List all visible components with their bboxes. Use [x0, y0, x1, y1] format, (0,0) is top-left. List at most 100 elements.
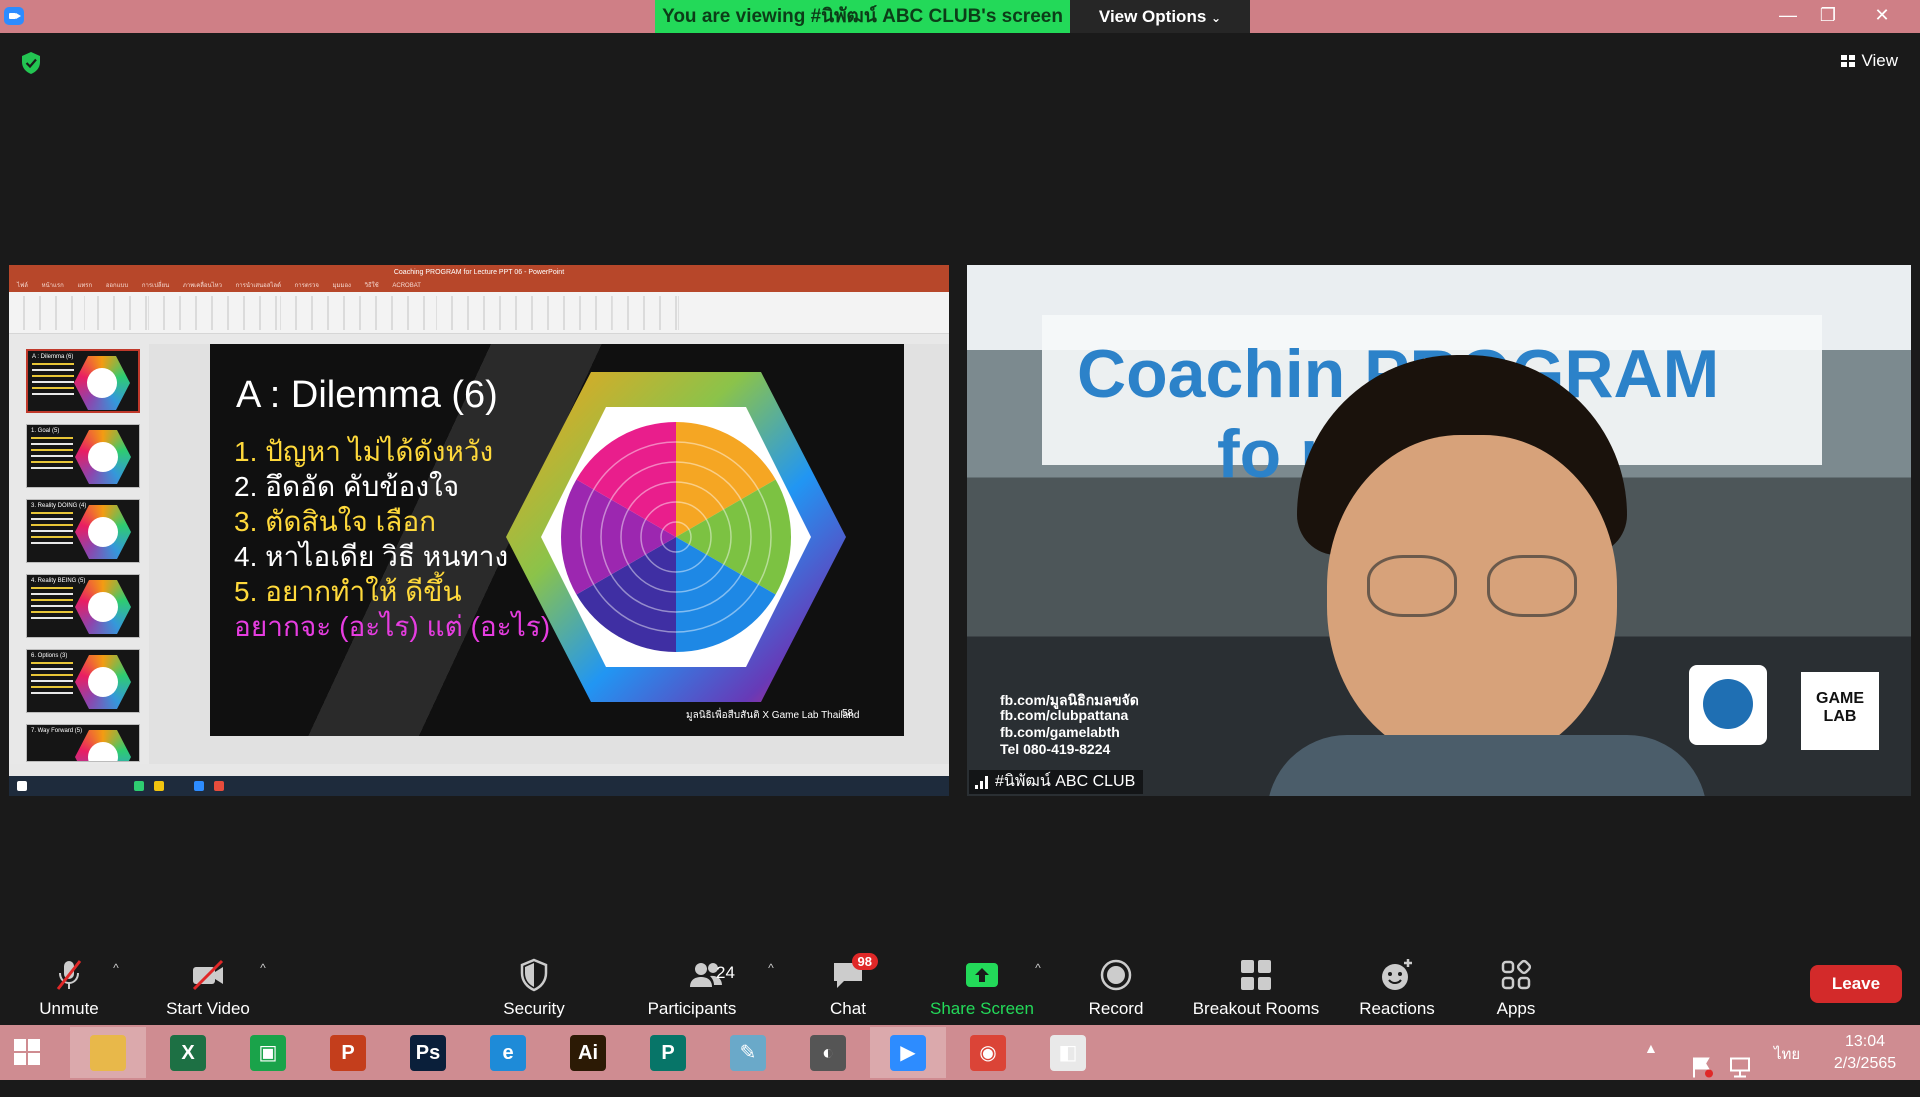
remote-app-icon [134, 781, 144, 791]
ribbon-tab[interactable]: การเปลี่ยน [142, 283, 169, 289]
contact-line: fb.com/clubpattana [1000, 707, 1129, 723]
chat-unread-badge: 98 [851, 953, 878, 970]
minimize-button[interactable]: — [1766, 0, 1810, 33]
apps-label: Apps [1496, 999, 1536, 1018]
ribbon-group[interactable] [89, 296, 149, 330]
taskbar-illustrator-button[interactable]: Ai [550, 1027, 626, 1078]
chat-button[interactable]: 98 Chat [808, 953, 888, 1025]
ribbon-tab[interactable]: ออกแบบ [106, 283, 128, 289]
contact-line: fb.com/gamelabth [1000, 724, 1120, 740]
ribbon-tab[interactable]: หน้าแรก [42, 283, 64, 289]
taskbar-chrome-button[interactable]: ◉ [950, 1027, 1026, 1078]
ribbon-tab[interactable]: แทรก [77, 283, 92, 289]
taskbar-publisher-button[interactable]: P [630, 1027, 706, 1078]
apps-button[interactable]: Apps [1476, 953, 1556, 1025]
ribbon-tab[interactable]: การนำเสนอสไลด์ [236, 283, 281, 289]
powerpoint-title-bar: Coaching PROGRAM for Lecture PPT 06 - Po… [9, 265, 949, 280]
flag-icon[interactable] [1690, 1040, 1714, 1095]
taskbar-powerpoint-button[interactable]: P [310, 1027, 386, 1078]
windows-start-icon[interactable] [14, 1039, 40, 1065]
ribbon-group[interactable] [443, 296, 613, 330]
slide-thumbnail[interactable]: 1. Goal (5) [26, 424, 140, 488]
taskbar-notepad-button[interactable]: ✎ [710, 1027, 786, 1078]
unmute-label: Unmute [39, 999, 99, 1018]
audio-options-caret[interactable]: ^ [108, 961, 124, 977]
thumbnail-text-lines [32, 363, 74, 397]
taskbar-photoshop-button[interactable]: Ps [390, 1027, 466, 1078]
video-options-caret[interactable]: ^ [255, 961, 271, 977]
shield-icon[interactable] [20, 51, 42, 75]
security-button[interactable]: Security [494, 953, 574, 1025]
participant-video[interactable]: Coachin PROGRAM fo rer fb.com/มูลนิธิกมล… [967, 265, 1911, 796]
ribbon-group[interactable] [155, 296, 281, 330]
network-icon[interactable] [1728, 1040, 1752, 1095]
participants-label: Participants [647, 999, 737, 1018]
signal-strength-icon [975, 776, 989, 789]
taskbar-photos-button[interactable]: ◧ [1030, 1027, 1106, 1078]
record-icon [1100, 959, 1132, 991]
ribbon-tab[interactable]: วิธีใช้ [365, 283, 379, 289]
ribbon-tab[interactable]: มุมมอง [333, 283, 351, 289]
slide-thumbnail[interactable]: 6. Options (3) [26, 649, 140, 713]
close-button[interactable]: ✕ [1860, 0, 1904, 33]
reactions-button[interactable]: Reactions [1352, 953, 1442, 1025]
start-video-button[interactable]: Start Video [158, 953, 258, 1025]
ribbon-tab[interactable]: การตรวจ [295, 283, 319, 289]
shared-screen[interactable]: Coaching PROGRAM for Lecture PPT 06 - Po… [9, 265, 949, 796]
leave-button[interactable]: Leave [1810, 965, 1902, 1003]
input-language[interactable]: ไทย [1774, 1042, 1800, 1097]
participant-name: #นิพัฒน์ ABC CLUB [995, 773, 1136, 790]
chevron-down-icon: ⌄ [1211, 11, 1222, 25]
powerpoint-ribbon [9, 292, 949, 334]
share-screen-button[interactable]: Share Screen [924, 953, 1040, 1025]
view-options-button[interactable]: View Options ⌄ [1070, 0, 1250, 33]
internet-explorer-icon: e [490, 1035, 526, 1071]
ruler [9, 334, 949, 344]
slide-line: อยากจะ (อะไร) แต่ (อะไร) [234, 611, 551, 642]
restore-button[interactable]: ❐ [1806, 0, 1850, 33]
taskbar-internet-explorer-button[interactable]: e [470, 1027, 546, 1078]
share-options-caret[interactable]: ^ [1030, 961, 1046, 977]
file-explorer-icon [90, 1035, 126, 1071]
participants-options-caret[interactable]: ^ [763, 961, 779, 977]
thumbnail-wheel [75, 580, 131, 634]
slide-thumbnail[interactable]: 4. Reality BEING (5) [26, 574, 140, 638]
security-label: Security [503, 999, 565, 1018]
thumbnail-title: 4. Reality BEING (5) [31, 578, 86, 584]
system-clock[interactable]: 13:04 2/3/2565 [1820, 1031, 1910, 1075]
unmute-button[interactable]: Unmute [24, 953, 114, 1025]
security-shield-icon [520, 958, 548, 992]
ribbon-tab[interactable]: ภาพเคลื่อนไหว [183, 283, 222, 289]
taskbar-excel-button[interactable]: X [150, 1027, 226, 1078]
powerpoint-status-bar [9, 764, 949, 776]
ribbon-group[interactable] [619, 296, 679, 330]
thumbnail-wheel [75, 430, 131, 484]
current-slide[interactable]: A : Dilemma (6) 1. ปัญหา ไม่ได้ดังหวัง 2… [210, 344, 904, 736]
record-button[interactable]: Record [1078, 953, 1154, 1025]
coaching-wheel-diagram [506, 372, 846, 702]
ribbon-tab[interactable]: ACROBAT [392, 283, 421, 289]
ribbon-group[interactable] [287, 296, 437, 330]
taskbar-file-explorer-button[interactable] [70, 1027, 146, 1078]
breakout-rooms-button[interactable]: Breakout Rooms [1186, 953, 1326, 1025]
ribbon-group[interactable] [15, 296, 85, 330]
thumbnail-text-lines [31, 512, 73, 546]
microphone-muted-icon [56, 960, 82, 990]
taskbar-photoscape-button[interactable]: ◐ [790, 1027, 866, 1078]
slide-thumbnail[interactable]: A : Dilemma (6) [26, 349, 140, 413]
ribbon-tab[interactable]: ไฟล์ [17, 283, 28, 289]
view-button[interactable]: View [1824, 45, 1898, 77]
taskbar-store-button[interactable]: ▣ [230, 1027, 306, 1078]
show-hidden-icons[interactable]: ▲ [1644, 1040, 1658, 1095]
thumbnail-title: 3. Reality DOING (4) [31, 503, 87, 509]
slide-thumbnail[interactable]: 3. Reality DOING (4) [26, 499, 140, 563]
slide-thumbnail[interactable]: 7. Way Forward (5) [26, 724, 140, 762]
powerpoint-ribbon-tabs: ไฟล์ หน้าแรก แทรก ออกแบบ การเปลี่ยน ภาพเ… [9, 280, 949, 292]
remote-taskbar [9, 776, 949, 796]
participants-button[interactable]: 24 Participants [640, 953, 744, 1025]
thumbnail-wheel [75, 505, 131, 559]
thumbnail-text-lines [31, 437, 73, 471]
taskbar-zoom-button[interactable]: ▶ [870, 1027, 946, 1078]
apps-icon [1501, 959, 1532, 990]
gamelab-logo: GAME LAB [1801, 672, 1879, 750]
